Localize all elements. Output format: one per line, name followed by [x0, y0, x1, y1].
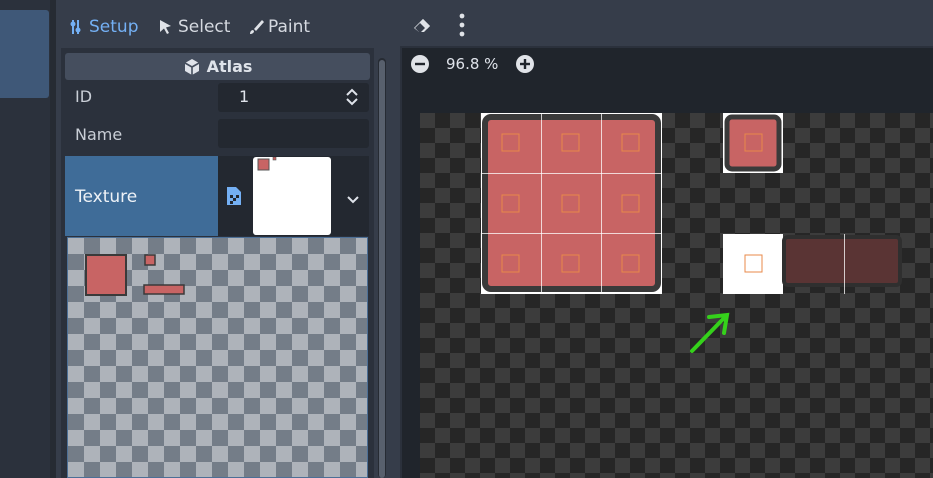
texture-file-icon	[227, 187, 241, 205]
select-label: Select	[178, 17, 231, 37]
atlas-tiles	[481, 113, 902, 353]
select-cursor-icon	[160, 20, 171, 34]
split-handle[interactable]	[50, 0, 56, 478]
setup-icon	[70, 20, 81, 34]
select-tab-button[interactable]: Select	[158, 14, 230, 40]
eraser-button[interactable]	[411, 14, 433, 40]
atlas-canvas[interactable]	[420, 113, 933, 478]
paint-brush-icon	[250, 20, 264, 34]
atlas-header-label: Atlas	[206, 57, 253, 76]
zoom-out-icon	[411, 55, 429, 73]
texture-preview-image	[85, 254, 185, 296]
texture-thumbnail-image	[257, 157, 277, 171]
more-vertical-icon	[459, 13, 465, 37]
texture-preview	[67, 237, 368, 478]
annotation-arrow	[690, 312, 730, 353]
more-options-button[interactable]	[452, 12, 472, 42]
id-label: ID	[75, 87, 93, 106]
zoom-in-button[interactable]	[514, 53, 536, 79]
zoom-in-icon	[516, 55, 534, 73]
texture-dropdown-button[interactable]	[346, 190, 360, 209]
spinner-arrows-icon	[346, 88, 358, 106]
chevron-down-icon	[347, 196, 359, 204]
paint-tab-button[interactable]: Paint	[248, 14, 310, 40]
eraser-icon	[414, 19, 430, 32]
atlas-section-header: Atlas	[65, 53, 370, 80]
name-input[interactable]	[218, 119, 369, 148]
texture-file-button[interactable]	[225, 186, 243, 210]
texture-label: Texture	[75, 187, 138, 207]
name-label: Name	[75, 125, 123, 144]
zoom-out-button[interactable]	[409, 53, 431, 79]
paint-label: Paint	[268, 17, 311, 37]
left-dock-selected-item[interactable]	[0, 10, 49, 98]
setup-tab-button[interactable]: Setup	[69, 14, 138, 40]
id-value[interactable]: 1	[239, 87, 249, 106]
id-spinner-arrows[interactable]	[344, 87, 360, 111]
atlas-cube-icon	[184, 58, 199, 75]
inspector-scrollbar-grabber[interactable]	[379, 60, 385, 478]
zoom-level[interactable]: 96.8 %	[446, 55, 498, 73]
texture-thumbnail[interactable]	[253, 157, 331, 235]
setup-label: Setup	[89, 17, 139, 37]
